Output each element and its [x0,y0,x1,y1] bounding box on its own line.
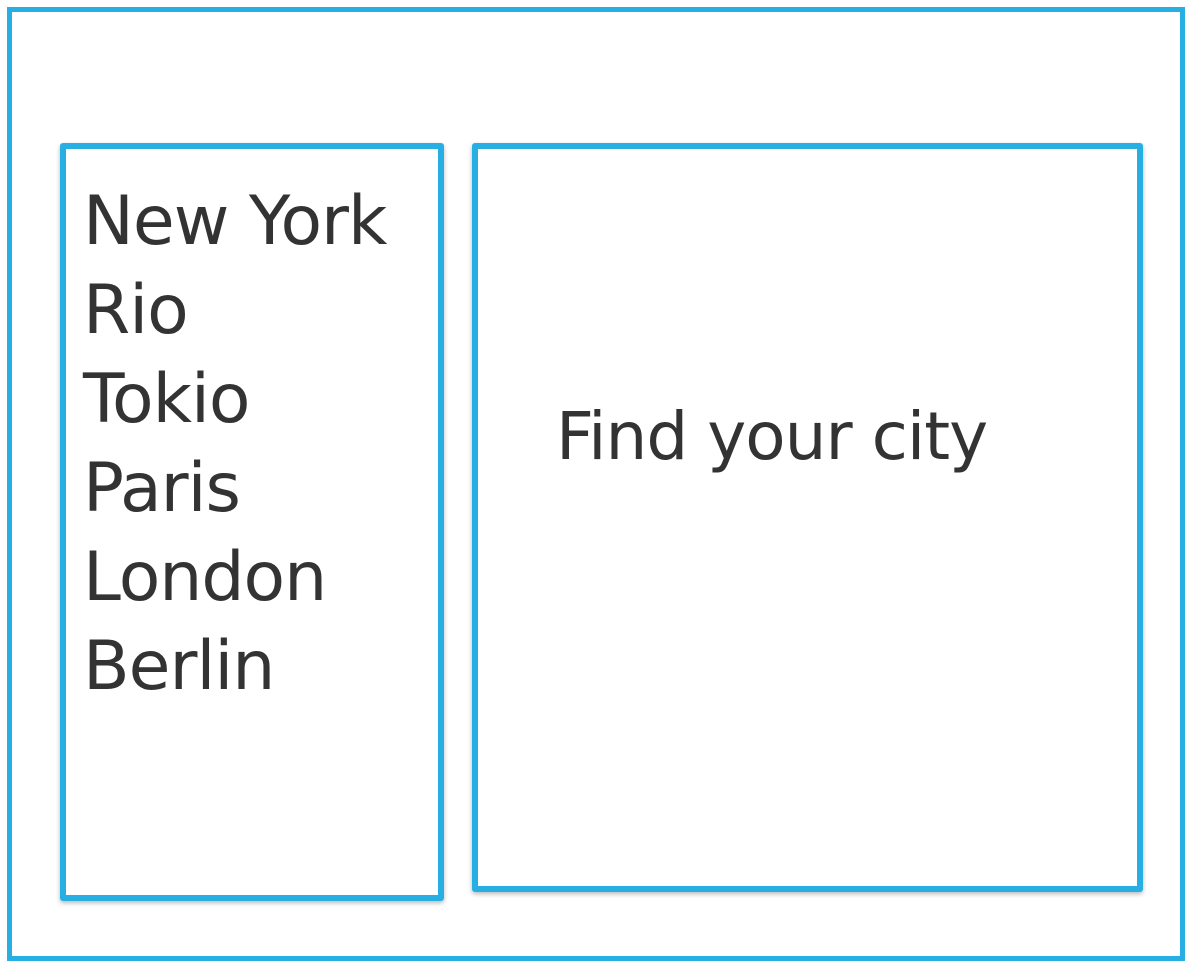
city-item-rio[interactable]: Rio [83,266,386,355]
city-list: New York Rio Tokio Paris London Berlin [83,177,387,711]
find-city-prompt: Find your city [556,398,988,475]
city-item-tokio[interactable]: Tokio [83,355,386,444]
city-item-paris[interactable]: Paris [83,444,386,533]
city-list-panel: New York Rio Tokio Paris London Berlin [60,143,444,901]
content-panel: Find your city [472,143,1143,892]
city-item-new-york[interactable]: New York [83,177,387,266]
city-item-berlin[interactable]: Berlin [83,622,386,711]
city-item-london[interactable]: London [83,533,386,622]
